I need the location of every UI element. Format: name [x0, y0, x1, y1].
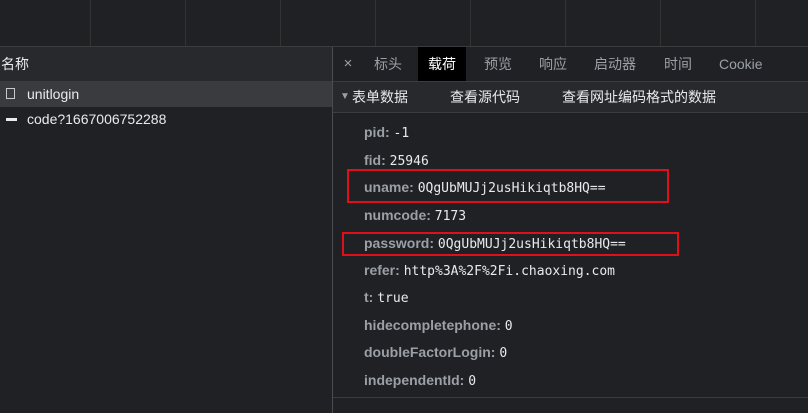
param-key: independentId: — [364, 372, 465, 388]
timeline-gridline — [565, 0, 566, 46]
param-key: pid: — [364, 124, 390, 140]
details-tab-bar: × 标头 载荷 预览 响应 启动器 时间 Cookie — [333, 47, 808, 82]
param-row-t: t: true — [364, 287, 409, 307]
name-column-header[interactable]: 名称 — [0, 47, 332, 82]
timeline-gridline — [755, 0, 756, 46]
timeline-gridline — [280, 0, 281, 46]
param-value: true — [377, 291, 409, 306]
param-key: doubleFactorLogin: — [364, 344, 496, 360]
collapse-triangle-icon[interactable]: ▼ — [340, 82, 350, 112]
tab-cookies[interactable]: Cookie — [709, 47, 773, 81]
close-icon[interactable]: × — [333, 47, 363, 81]
timeline-gridline — [470, 0, 471, 46]
view-source-link[interactable]: 查看源代码 — [450, 82, 520, 112]
uname-highlight-box — [347, 169, 669, 203]
tab-initiator[interactable]: 启动器 — [584, 47, 646, 81]
view-url-encoded-link[interactable]: 查看网址编码格式的数据 — [562, 82, 716, 112]
param-row-hidecompletephone: hidecompletephone: 0 — [364, 315, 513, 335]
tab-payload[interactable]: 载荷 — [418, 47, 466, 81]
param-value: 0 — [504, 319, 513, 334]
network-overview-timeline[interactable] — [0, 0, 808, 47]
request-name: unitlogin — [27, 86, 80, 102]
timeline-gridline — [375, 0, 376, 46]
tab-headers[interactable]: 标头 — [364, 47, 412, 81]
param-key: numcode: — [364, 207, 431, 223]
timeline-gridline — [90, 0, 91, 46]
tab-response[interactable]: 响应 — [529, 47, 577, 81]
request-list-panel: 名称 unitlogin code?1667006752288 — [0, 47, 333, 413]
param-row-pid: pid: -1 — [364, 122, 409, 142]
param-row-numcode: numcode: 7173 — [364, 205, 466, 225]
request-row-unitlogin[interactable]: unitlogin — [0, 82, 332, 107]
param-value: 7173 — [434, 209, 467, 224]
timeline-gridline — [660, 0, 661, 46]
password-highlight-box — [342, 232, 679, 256]
param-value: 0 — [499, 346, 508, 361]
param-row-fid: fid: 25946 — [364, 150, 429, 170]
param-row-refer: refer: http%3A%2F%2Fi.chaoxing.com — [364, 260, 615, 280]
form-data-section-header[interactable]: ▼ 表单数据 查看源代码 查看网址编码格式的数据 — [333, 82, 808, 113]
timeline-gridline — [185, 0, 186, 46]
param-row-independentid: independentId: 0 — [364, 370, 476, 390]
divider — [333, 397, 808, 398]
image-request-icon — [6, 118, 17, 121]
param-value: 0 — [468, 374, 477, 389]
tab-timing[interactable]: 时间 — [654, 47, 702, 81]
param-value: 25946 — [389, 154, 429, 169]
request-details-panel: × 标头 载荷 预览 响应 启动器 时间 Cookie ▼ 表单数据 查看源代码… — [333, 47, 808, 413]
request-row-code[interactable]: code?1667006752288 — [0, 107, 332, 132]
param-value: -1 — [393, 126, 410, 141]
tab-preview[interactable]: 预览 — [474, 47, 522, 81]
document-icon — [6, 88, 15, 99]
name-column-label: 名称 — [1, 56, 29, 72]
param-key: refer: — [364, 262, 400, 278]
param-row-doublefactorlogin: doubleFactorLogin: 0 — [364, 342, 507, 362]
param-value: http%3A%2F%2Fi.chaoxing.com — [403, 264, 616, 279]
param-key: t: — [364, 289, 374, 305]
param-key: fid: — [364, 152, 386, 168]
form-data-title: 表单数据 — [352, 89, 408, 105]
request-name: code?1667006752288 — [27, 111, 167, 127]
param-key: hidecompletephone: — [364, 317, 501, 333]
